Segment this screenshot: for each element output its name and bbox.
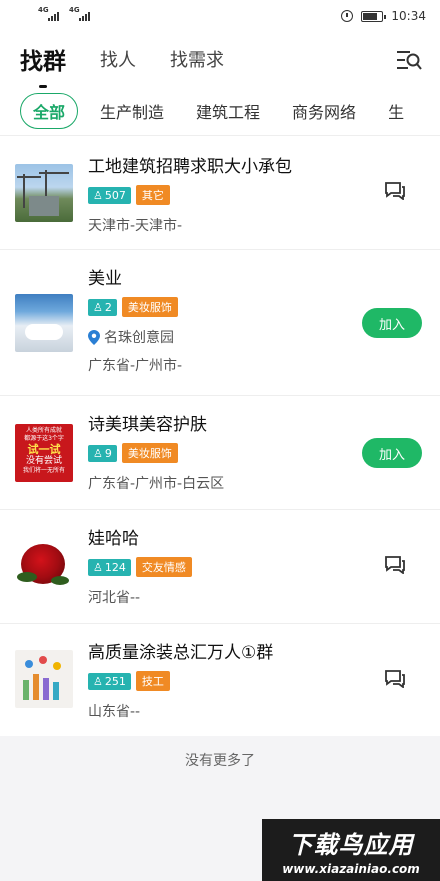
category-bar: 全部 生产制造 建筑工程 商务网络 生 <box>0 86 440 136</box>
tab-find-group[interactable]: 找群 <box>20 42 66 88</box>
chat-icon[interactable] <box>384 554 406 574</box>
watermark-url: www.xiazainiao.com <box>282 861 420 876</box>
battery-icon <box>361 10 387 22</box>
group-name: 娃哈哈 <box>88 529 139 549</box>
group-avatar <box>15 536 73 594</box>
category-more[interactable]: 生 <box>388 99 404 123</box>
no-more-text: 没有更多了 <box>185 753 255 769</box>
group-region: 广东省-广州市-白云区 <box>88 476 225 492</box>
top-nav: 找群 找人 找需求 <box>0 32 440 88</box>
signal-icon: 4G <box>38 6 59 21</box>
list-item[interactable]: 娃哈哈 ♙ 124 交友情感 河北省-- <box>0 510 440 624</box>
avatar-text-line: 都源于这3个字 <box>24 435 64 442</box>
avatar-text-line: 我们将一无所有 <box>22 467 65 474</box>
member-count-badge: ♙ 251 <box>88 672 131 690</box>
category-construction[interactable]: 建筑工程 <box>196 99 260 123</box>
person-icon: ♙ <box>93 446 103 460</box>
category-badge: 交友情感 <box>135 557 192 577</box>
group-avatar: 人类所有成就 都源于这3个字 试一试 没有尝试 我们将一无所有 <box>15 424 73 482</box>
search-menu-icon[interactable] <box>396 49 422 71</box>
person-icon: ♙ <box>93 300 103 314</box>
signal-icon-2: 4G <box>69 6 90 21</box>
group-avatar <box>15 650 73 708</box>
group-region: 天津市-天津市- <box>88 218 183 234</box>
watermark: 下载鸟应用 www.xiazainiao.com <box>262 819 440 881</box>
chat-icon[interactable] <box>384 180 406 200</box>
category-badge: 美妆服饰 <box>121 443 178 463</box>
status-bar: 4G 4G 10:34 <box>0 0 440 32</box>
member-count-badge: ♙ 507 <box>88 186 131 204</box>
network-type: 4G <box>38 5 49 14</box>
status-time: 10:34 <box>391 9 426 23</box>
group-name: 美业 <box>88 269 122 289</box>
person-icon: ♙ <box>93 560 103 574</box>
group-region: 广东省-广州市- <box>88 358 183 374</box>
list-item[interactable]: 工地建筑招聘求职大小承包 ♙ 507 其它 天津市-天津市- <box>0 136 440 250</box>
group-name: 高质量涂装总汇万人①群 <box>88 643 274 663</box>
list-item[interactable]: 人类所有成就 都源于这3个字 试一试 没有尝试 我们将一无所有 诗美琪美容护肤 … <box>0 396 440 510</box>
category-manufacturing[interactable]: 生产制造 <box>100 99 164 123</box>
member-count: 9 <box>104 446 112 460</box>
person-icon: ♙ <box>93 188 103 202</box>
group-list: 工地建筑招聘求职大小承包 ♙ 507 其它 天津市-天津市- 美业 ♙ 2 美妆服饰… <box>0 136 440 736</box>
member-count: 124 <box>104 560 126 574</box>
category-badge: 美妆服饰 <box>121 297 178 317</box>
group-name: 诗美琪美容护肤 <box>88 415 207 435</box>
category-badge: 技工 <box>135 671 170 691</box>
group-avatar <box>15 294 73 352</box>
list-item[interactable]: 美业 ♙ 2 美妆服饰 名珠创意园 广东省-广州市- 加入 <box>0 250 440 396</box>
alarm-icon <box>341 10 354 22</box>
member-count-badge: ♙ 2 <box>88 298 117 316</box>
tab-find-people[interactable]: 找人 <box>100 46 136 72</box>
tab-find-demand[interactable]: 找需求 <box>170 46 224 72</box>
group-region: 河北省-- <box>88 590 141 606</box>
watermark-title: 下载鸟应用 <box>288 830 414 859</box>
avatar-text-line: 没有尝试 <box>25 456 62 466</box>
member-count: 2 <box>104 300 112 314</box>
location-pin-icon <box>88 329 100 345</box>
category-business-network[interactable]: 商务网络 <box>292 99 356 123</box>
network-type-2: 4G <box>69 5 80 14</box>
group-name: 工地建筑招聘求职大小承包 <box>88 157 292 177</box>
avatar-text-line: 人类所有成就 <box>25 427 62 434</box>
join-button[interactable]: 加入 <box>362 308 422 338</box>
group-region: 山东省-- <box>88 704 141 720</box>
location-text: 名珠创意园 <box>104 330 174 346</box>
person-icon: ♙ <box>93 674 103 688</box>
group-avatar <box>15 164 73 222</box>
member-count-badge: ♙ 124 <box>88 558 131 576</box>
category-badge: 其它 <box>135 185 170 205</box>
list-item[interactable]: 高质量涂装总汇万人①群 ♙ 251 技工 山东省-- <box>0 624 440 736</box>
chat-icon[interactable] <box>384 668 406 688</box>
join-button[interactable]: 加入 <box>362 438 422 468</box>
category-all[interactable]: 全部 <box>20 92 79 129</box>
member-count: 507 <box>104 188 126 202</box>
member-count-badge: ♙ 9 <box>88 444 117 462</box>
avatar-text-line: 试一试 <box>27 443 61 456</box>
member-count: 251 <box>104 674 126 688</box>
